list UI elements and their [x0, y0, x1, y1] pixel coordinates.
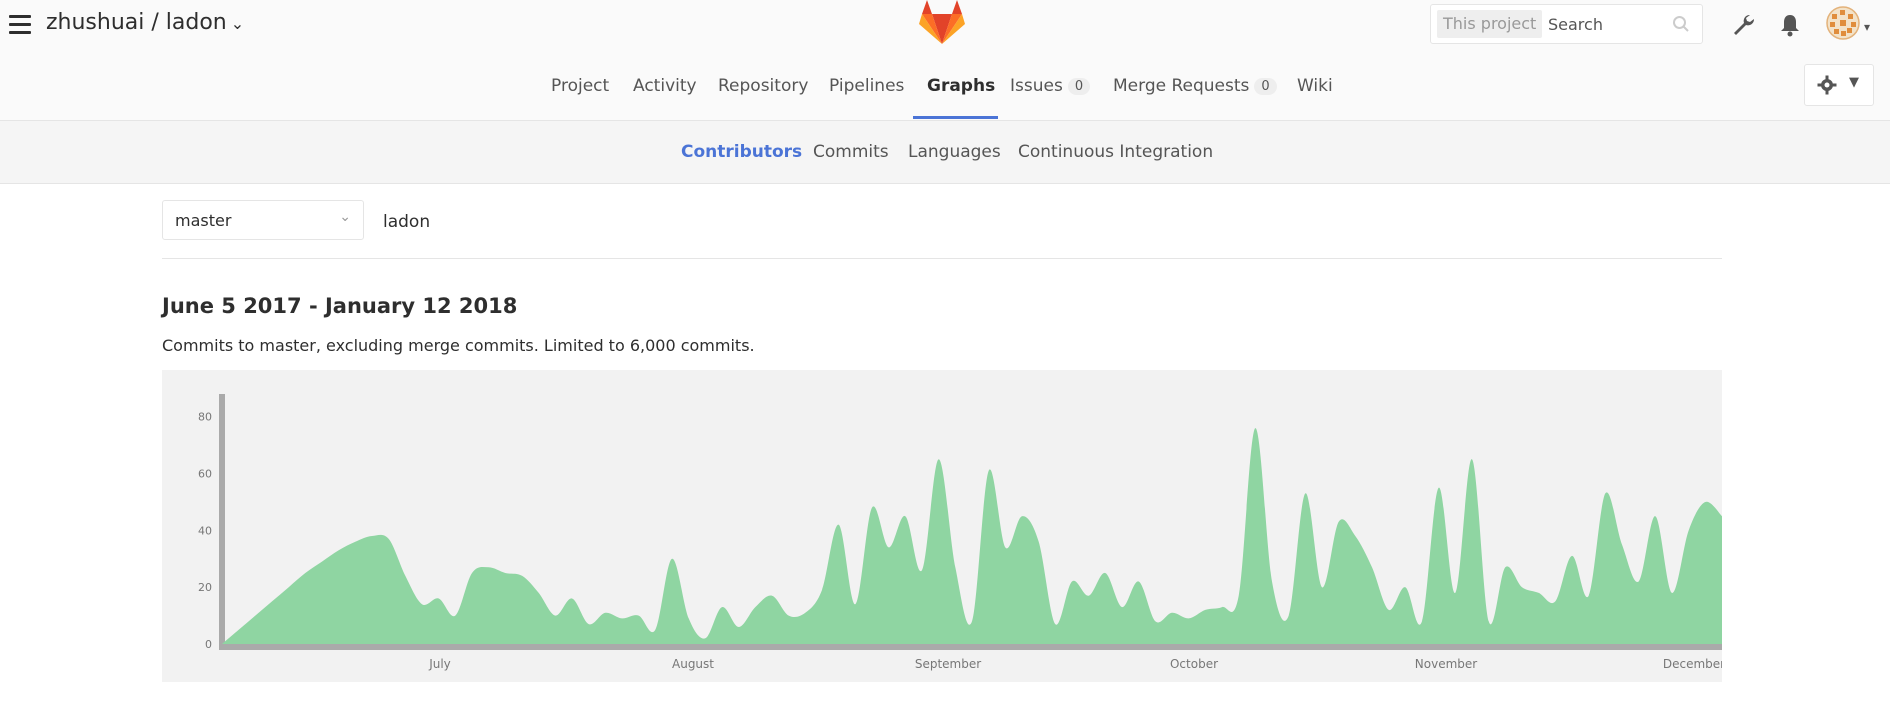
top-header: zhushuai / ladon⌄ This project Search ▾ — [0, 0, 1890, 121]
x-tick-label: December — [1663, 657, 1722, 671]
x-tick-label: October — [1170, 657, 1218, 671]
project-name: ladon — [383, 212, 431, 232]
bell-icon[interactable] — [1777, 12, 1803, 38]
branch-select-value: master — [175, 211, 232, 230]
nav-issues-label: Issues — [1010, 76, 1063, 96]
project-breadcrumb[interactable]: zhushuai / ladon ⌄ — [46, 10, 244, 35]
nav-project[interactable]: Project — [551, 76, 609, 96]
active-tab-indicator — [913, 116, 998, 119]
x-axis — [219, 644, 1722, 650]
caret-down-icon: ▼ — [1849, 75, 1859, 90]
nav-merge-requests-label: Merge Requests — [1113, 76, 1250, 96]
x-tick-label: November — [1415, 657, 1477, 671]
search-box[interactable]: This project Search — [1430, 4, 1703, 44]
nav-issues[interactable]: Issues 0 — [1010, 76, 1091, 96]
date-range-heading: June 5 2017 - January 12 2018 — [162, 294, 518, 318]
chevron-down-icon: ⌄ — [339, 209, 351, 225]
search-icon[interactable] — [1672, 15, 1690, 33]
search-input[interactable]: Search — [1548, 15, 1603, 34]
tab-languages[interactable]: Languages — [908, 142, 1001, 162]
nav-activity[interactable]: Activity — [633, 76, 697, 96]
hamburger-menu-icon[interactable] — [9, 15, 31, 35]
merge-requests-count-badge: 0 — [1254, 78, 1277, 95]
gear-icon — [1817, 75, 1837, 95]
nav-repository[interactable]: Repository — [718, 76, 808, 96]
chevron-down-icon[interactable]: ⌄ — [231, 14, 244, 33]
nav-pipelines[interactable]: Pipelines — [829, 76, 904, 96]
divider — [162, 258, 1722, 259]
caret-down-icon[interactable]: ▾ — [1864, 20, 1870, 34]
y-tick-label: 40 — [198, 524, 212, 537]
settings-dropdown-button[interactable]: ▼ — [1804, 64, 1874, 106]
branch-select[interactable]: master ⌄ — [162, 200, 364, 240]
x-tick-label: September — [915, 657, 981, 671]
gitlab-logo-icon[interactable] — [918, 0, 966, 46]
contributors-chart: 0 20 40 60 80 July August September October Novem… — [162, 370, 1722, 682]
nav-merge-requests[interactable]: Merge Requests 0 — [1113, 76, 1277, 96]
issues-count-badge: 0 — [1067, 78, 1091, 95]
nav-graphs[interactable]: Graphs — [927, 76, 995, 96]
search-scope-label: This project — [1437, 10, 1543, 38]
chart-svg: 0 20 40 60 80 July August September October Novem… — [198, 394, 1722, 671]
project-nav: Project Activity Repository Pipelines Gr… — [0, 72, 1890, 120]
graph-description: Commits to master, excluding merge commi… — [162, 336, 755, 355]
wrench-icon[interactable] — [1731, 12, 1757, 38]
y-tick-label: 0 — [205, 638, 212, 651]
x-tick-label: July — [428, 657, 451, 671]
tab-commits[interactable]: Commits — [813, 142, 889, 162]
avatar[interactable] — [1826, 6, 1860, 40]
tab-continuous-integration[interactable]: Continuous Integration — [1018, 142, 1213, 162]
y-tick-label: 80 — [198, 411, 212, 424]
tab-contributors[interactable]: Contributors — [681, 142, 802, 162]
commits-area-series — [222, 428, 1722, 644]
x-tick-label: August — [672, 657, 714, 671]
graphs-sub-nav: Contributors Commits Languages Continuou… — [0, 121, 1890, 184]
nav-wiki[interactable]: Wiki — [1297, 76, 1333, 96]
project-path[interactable]: zhushuai / ladon — [46, 10, 227, 35]
y-axis — [219, 394, 225, 646]
y-tick-label: 20 — [198, 581, 212, 594]
y-tick-label: 60 — [198, 468, 212, 481]
